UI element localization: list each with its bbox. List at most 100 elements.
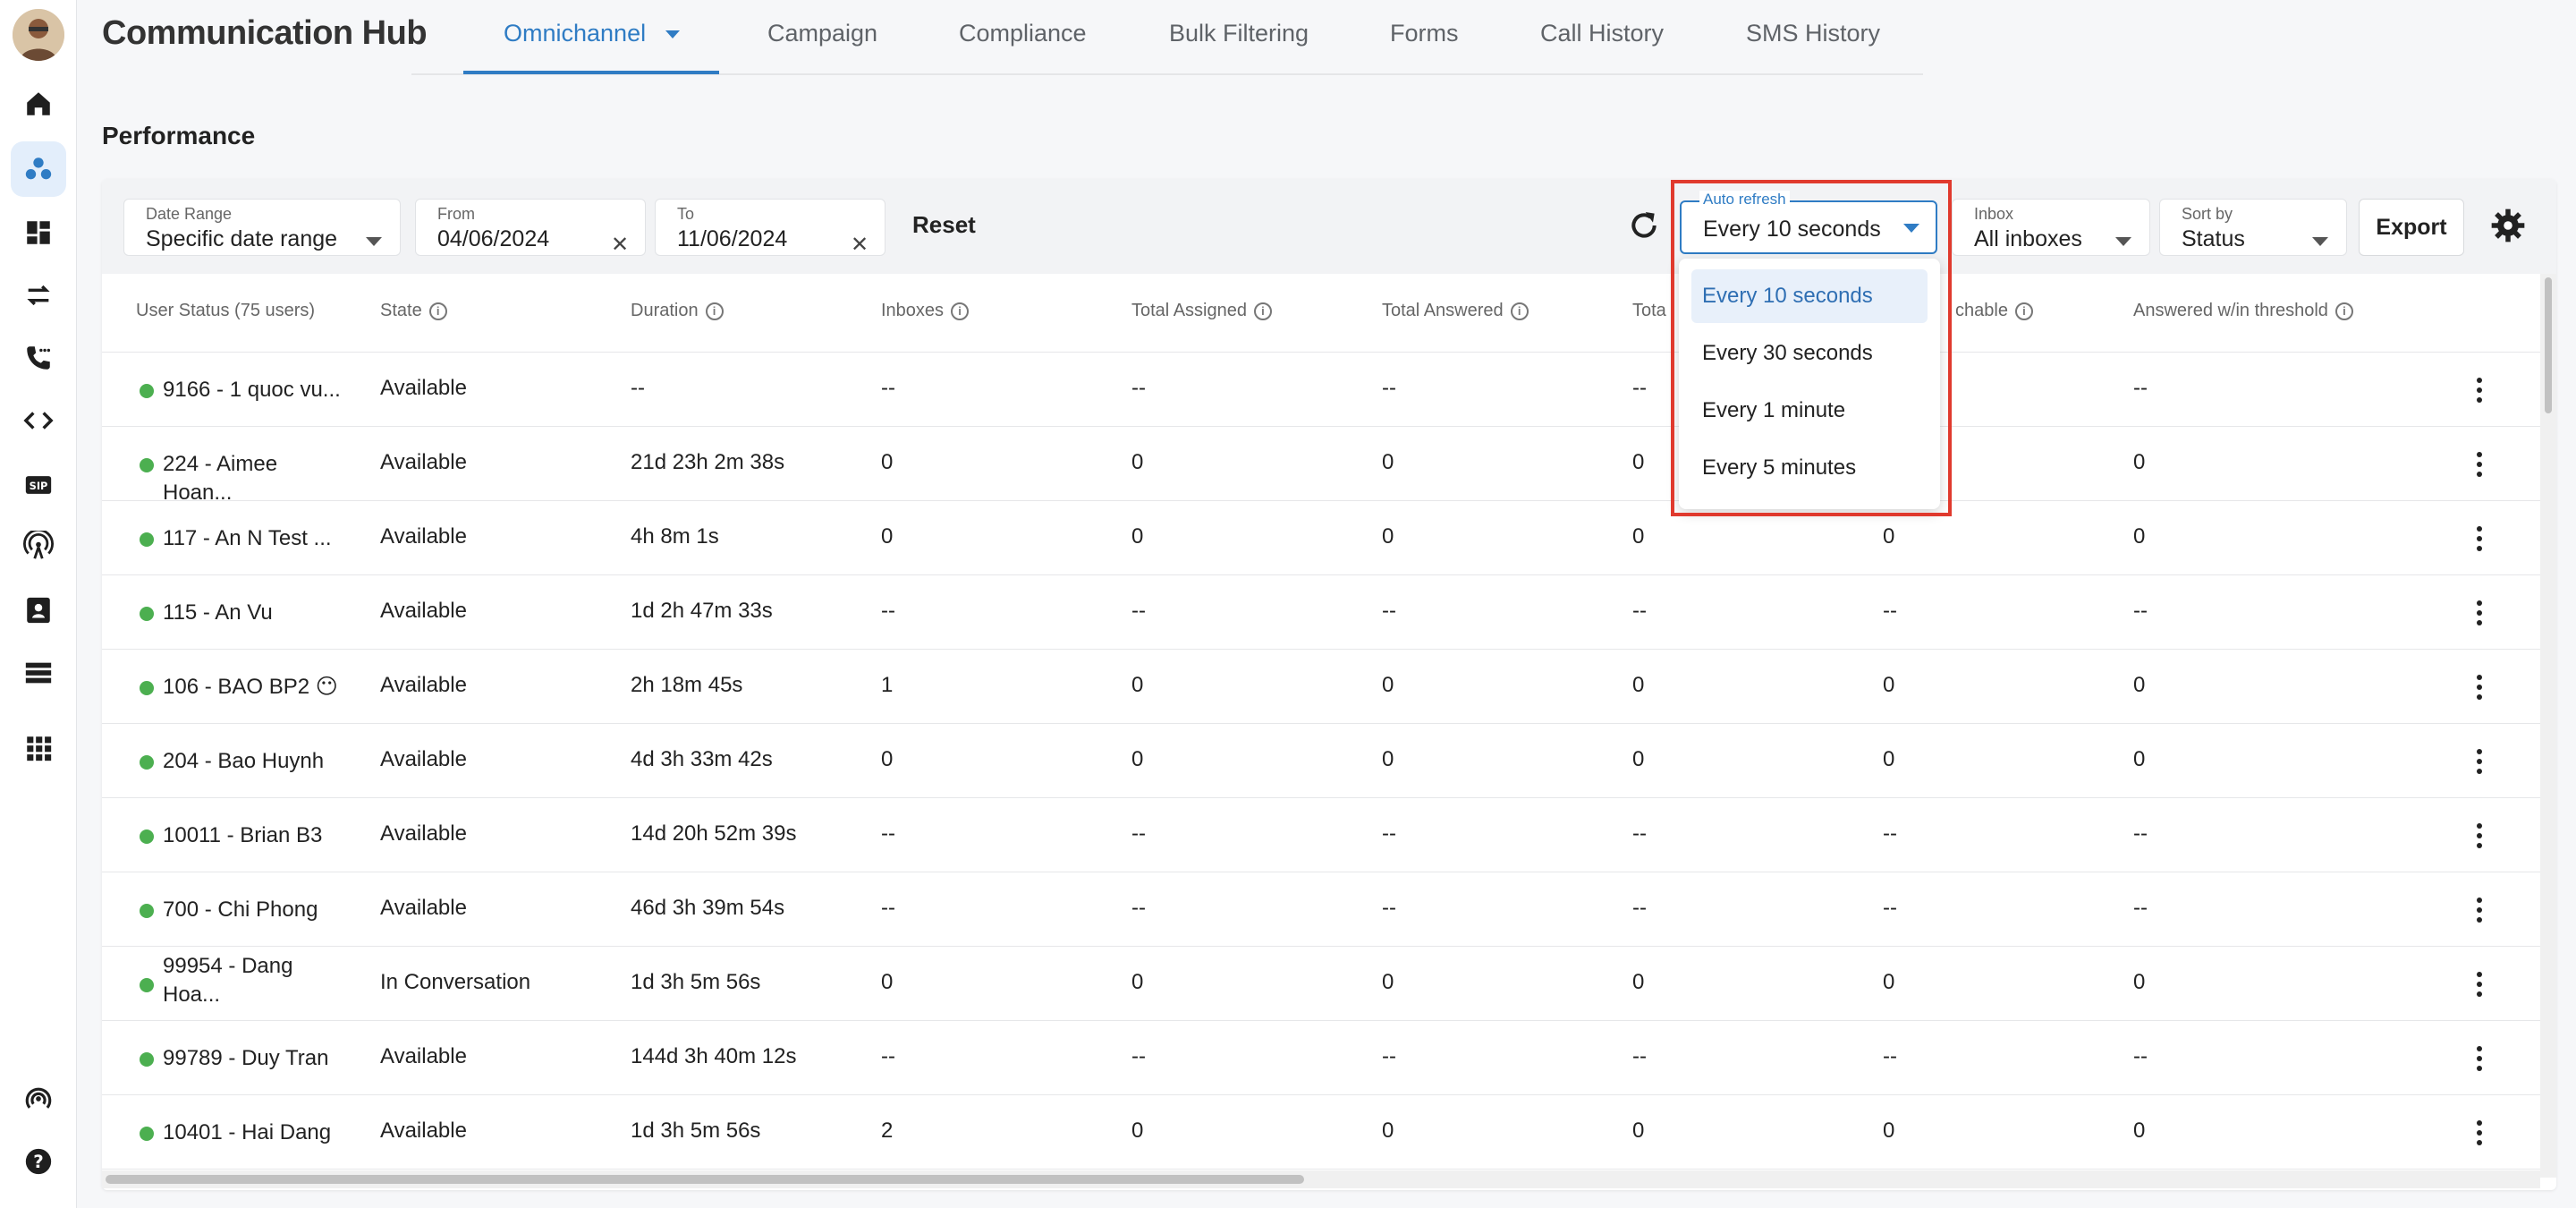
menu-option-10-seconds[interactable]: Every 10 seconds — [1691, 269, 1928, 323]
info-icon[interactable]: i — [951, 302, 970, 320]
table-row[interactable]: 224 - Aimee Hoan... Available 21d 23h 2m 3… — [102, 427, 2540, 505]
more-options-icon[interactable] — [2476, 599, 2483, 627]
table-row[interactable]: 106 - BAO BP2 😶 Available 2h 18m 45s 1 0 0 0 0 0 — [102, 650, 2540, 724]
scrollbar-thumb[interactable] — [106, 1175, 1304, 1184]
info-icon[interactable]: i — [2334, 302, 2353, 320]
column-header[interactable]: Duration i — [631, 301, 724, 321]
column-header[interactable]: Answered w/in threshold i — [2133, 301, 2353, 321]
reset-button[interactable]: Reset — [912, 211, 976, 239]
cell-state: Available — [380, 821, 467, 846]
menu-option-30-seconds[interactable]: Every 30 seconds — [1691, 327, 1928, 380]
scrollbar-thumb[interactable] — [2545, 277, 2552, 413]
tab-bulk-filtering[interactable]: Bulk Filtering — [1169, 20, 1309, 47]
tab-compliance[interactable]: Compliance — [959, 20, 1087, 47]
sip-icon[interactable]: SIP — [21, 467, 56, 503]
more-options-icon[interactable] — [2476, 673, 2483, 702]
cell-answered: 0 — [1382, 673, 1394, 697]
home-icon[interactable] — [21, 86, 56, 122]
info-icon[interactable]: i — [1510, 302, 1529, 320]
table-row[interactable]: 9166 - 1 quoc vu... Available -- -- -- -- -- -- — [102, 353, 2540, 427]
cell-duration: 4d 3h 33m 42s — [631, 747, 773, 771]
more-options-icon[interactable] — [2476, 970, 2483, 999]
column-header[interactable]: Total Answered i — [1382, 301, 1529, 321]
table-row[interactable]: 10401 - Hai Dang Available 1d 3h 5m 56s 2 0 0… — [102, 1095, 2540, 1170]
column-header[interactable]: Tota — [1632, 301, 1666, 321]
tab-sms-history[interactable]: SMS History — [1746, 20, 1880, 47]
user-name-cell: 106 - BAO BP2 😶 — [163, 675, 338, 699]
contacts-icon[interactable] — [21, 592, 56, 628]
more-options-icon[interactable] — [2476, 376, 2483, 404]
cell-answered: 0 — [1382, 524, 1394, 549]
more-options-icon[interactable] — [2476, 1044, 2483, 1073]
caret-down-icon — [1903, 224, 1919, 233]
user-name-cell: 117 - An N Test ... — [163, 526, 332, 550]
info-icon[interactable]: i — [1253, 302, 1272, 320]
tab-omnichannel[interactable]: Omnichannel — [504, 20, 680, 47]
column-header[interactable]: User Status (75 users) — [136, 301, 315, 321]
table-row[interactable]: 700 - Chi Phong Available 46d 3h 39m 54s --… — [102, 872, 2540, 947]
tab-call-history[interactable]: Call History — [1540, 20, 1664, 47]
table-row[interactable]: 115 - An Vu Available 1d 2h 47m 33s -- -- -- -… — [102, 575, 2540, 650]
help-icon[interactable]: ? — [21, 1144, 56, 1179]
menu-option-5-minutes[interactable]: Every 5 minutes — [1691, 441, 1928, 495]
info-icon[interactable]: i — [705, 302, 724, 320]
table-row[interactable]: 99954 - Dang Hoa... In Conversation 1d 3h … — [102, 947, 2540, 1021]
more-options-icon[interactable] — [2476, 821, 2483, 850]
vertical-scrollbar[interactable] — [2540, 274, 2556, 1178]
from-date-field[interactable]: From 04/06/2024 ✕ — [415, 199, 646, 258]
team-icon[interactable] — [11, 141, 66, 197]
code-icon[interactable] — [21, 403, 56, 438]
table-row[interactable]: 99789 - Duy Tran Available 144d 3h 40m 12s… — [102, 1021, 2540, 1095]
cell-assigned: -- — [1131, 599, 1146, 623]
export-button[interactable]: Export — [2359, 199, 2464, 256]
tab-campaign[interactable]: Campaign — [767, 20, 877, 47]
broadcast-icon[interactable] — [21, 528, 56, 564]
clear-icon[interactable]: ✕ — [851, 232, 869, 258]
table-row[interactable]: 117 - An N Test ... Available 4h 8m 1s 0 0 0 0… — [102, 501, 2540, 575]
clear-icon[interactable]: ✕ — [611, 232, 629, 258]
column-header[interactable]: Total Assigned i — [1131, 301, 1272, 321]
cell-state: Available — [380, 747, 467, 771]
column-header[interactable]: chable i — [1955, 301, 2033, 321]
call-icon[interactable] — [21, 340, 56, 376]
dashboard-icon[interactable] — [21, 215, 56, 251]
transfer-icon[interactable] — [21, 277, 56, 313]
sort-by-select[interactable]: Sort by Status — [2159, 199, 2347, 256]
cell-total: -- — [1632, 896, 1647, 920]
menu-option-1-minute[interactable]: Every 1 minute — [1691, 384, 1928, 438]
cell-total: -- — [1632, 599, 1647, 623]
gear-icon[interactable] — [2488, 206, 2528, 245]
cell-duration: 1d 2h 47m 33s — [631, 599, 773, 623]
status-dot-icon — [140, 681, 154, 695]
apps-icon[interactable] — [21, 730, 56, 766]
inbox-select[interactable]: Inbox All inboxes — [1952, 199, 2150, 256]
info-icon[interactable]: i — [2014, 302, 2033, 320]
field-label: Date Range — [146, 205, 233, 223]
cell-threshold: -- — [2133, 376, 2148, 400]
info-icon[interactable]: i — [428, 302, 447, 320]
cell-inboxes: -- — [881, 599, 895, 623]
cell-threshold: -- — [2133, 599, 2148, 623]
avatar[interactable] — [13, 9, 64, 61]
column-header[interactable]: Inboxes i — [881, 301, 970, 321]
storage-icon[interactable] — [21, 655, 56, 691]
column-label: State — [380, 301, 422, 320]
wireless-icon[interactable] — [21, 1081, 56, 1117]
date-range-select[interactable]: Date Range Specific date range — [123, 199, 401, 256]
more-options-icon[interactable] — [2476, 1119, 2483, 1147]
column-header[interactable]: State i — [380, 301, 447, 321]
cell-threshold: -- — [2133, 821, 2148, 846]
cell-state: Available — [380, 1044, 467, 1068]
tab-forms[interactable]: Forms — [1390, 20, 1459, 47]
refresh-icon[interactable] — [1626, 208, 1662, 243]
horizontal-scrollbar[interactable] — [102, 1170, 2540, 1188]
auto-refresh-select[interactable]: Auto refresh Every 10 seconds — [1680, 191, 1937, 254]
to-date-field[interactable]: To 11/06/2024 ✕ — [655, 199, 886, 258]
table-row[interactable]: 204 - Bao Huynh Available 4d 3h 33m 42s 0 0 0… — [102, 724, 2540, 798]
more-options-icon[interactable] — [2476, 524, 2483, 553]
cell-state: Available — [380, 896, 467, 920]
more-options-icon[interactable] — [2476, 450, 2483, 479]
more-options-icon[interactable] — [2476, 747, 2483, 776]
table-row[interactable]: 10011 - Brian B3 Available 14d 20h 52m 39s… — [102, 798, 2540, 872]
more-options-icon[interactable] — [2476, 896, 2483, 924]
